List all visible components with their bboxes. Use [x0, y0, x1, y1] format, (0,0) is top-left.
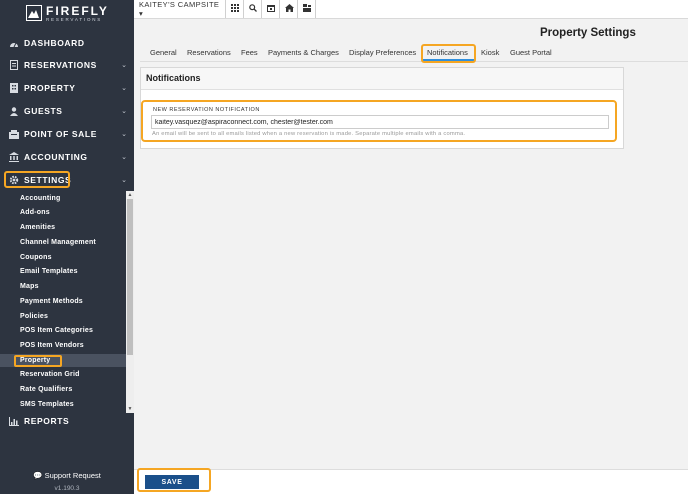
chevron-down-icon: ⌄	[121, 177, 127, 184]
users-button[interactable]	[299, 0, 316, 18]
nav-reports-label: REPORTS	[24, 416, 70, 426]
settings-highlight	[4, 171, 70, 188]
sub-item-sms-templates[interactable]: SMS Templates	[20, 401, 74, 408]
sub-item-amenities[interactable]: Amenities	[20, 224, 55, 231]
nav-reservations-label: RESERVATIONS	[24, 60, 97, 70]
guests-icon	[9, 106, 19, 116]
scroll-thumb[interactable]	[127, 199, 133, 355]
tab-fees[interactable]: Fees	[241, 48, 258, 57]
tab-display-preferences[interactable]: Display Preferences	[349, 48, 416, 57]
panel-header: Notifications	[141, 68, 623, 90]
nav-property-label: PROPERTY	[24, 83, 76, 93]
chevron-down-icon: ⌄	[121, 154, 127, 161]
new-reservation-notification-label: NEW RESERVATION NOTIFICATION	[153, 107, 260, 113]
submenu-scrollbar[interactable]: ▲ ▼	[126, 191, 134, 413]
nav-accounting-label: ACCOUNTING	[24, 152, 88, 162]
chevron-down-icon: ⌄	[121, 62, 127, 69]
campsite-selector[interactable]: KAITEY'S CAMPSITE ▾	[134, 0, 226, 18]
property-icon	[9, 83, 19, 93]
page-title: Property Settings	[540, 27, 636, 39]
sidebar: FIREFLY RESERVATIONS DASHBOARD RESERVATI…	[0, 0, 134, 494]
support-request-label: Support Request	[44, 471, 101, 480]
settings-tabs: General Reservations Fees Payments & Cha…	[140, 45, 688, 62]
nav-guests[interactable]: GUESTS ⌄	[0, 102, 134, 120]
firefly-logo[interactable]: FIREFLY RESERVATIONS	[26, 4, 109, 23]
calendar-button[interactable]	[263, 0, 280, 18]
panel-title: Notifications	[146, 73, 201, 83]
sub-item-maps[interactable]: Maps	[20, 283, 39, 290]
tab-payments-charges[interactable]: Payments & Charges	[268, 48, 339, 57]
property-highlight	[14, 355, 62, 367]
new-reservation-notification-input[interactable]	[151, 115, 609, 129]
sub-item-payment-methods[interactable]: Payment Methods	[20, 298, 83, 305]
field-help-text: An email will be sent to all emails list…	[152, 131, 466, 137]
home-icon	[284, 4, 294, 14]
users-icon	[303, 4, 311, 14]
tab-kiosk[interactable]: Kiosk	[481, 48, 499, 57]
notifications-tab-highlight	[421, 44, 476, 63]
brand-name: FIREFLY	[46, 4, 109, 18]
search-button[interactable]	[245, 0, 262, 18]
nav-reservations[interactable]: RESERVATIONS ⌄	[0, 56, 134, 74]
sub-item-pos-item-categories[interactable]: POS Item Categories	[20, 327, 93, 334]
nav-dashboard-label: DASHBOARD	[24, 38, 85, 48]
nav-pos-label: POINT OF SALE	[24, 129, 97, 139]
sub-item-policies[interactable]: Policies	[20, 313, 48, 320]
reservations-icon	[9, 60, 19, 70]
sub-item-reservation-grid[interactable]: Reservation Grid	[20, 371, 80, 378]
nav-guests-label: GUESTS	[24, 106, 63, 116]
home-button[interactable]	[281, 0, 298, 18]
sub-item-rate-qualifiers[interactable]: Rate Qualifiers	[20, 386, 72, 393]
chat-icon: 💬	[33, 471, 43, 480]
tab-general[interactable]: General	[150, 48, 177, 57]
chevron-down-icon: ⌄	[121, 85, 127, 92]
sub-item-accounting[interactable]: Accounting	[20, 195, 61, 202]
firefly-logo-icon	[26, 5, 42, 21]
sub-item-channel-management[interactable]: Channel Management	[20, 239, 96, 246]
tab-guest-portal[interactable]: Guest Portal	[510, 48, 552, 57]
search-icon	[249, 4, 257, 14]
calendar-icon	[267, 4, 275, 14]
scroll-up-icon[interactable]: ▲	[126, 191, 134, 199]
nav-dashboard[interactable]: DASHBOARD	[0, 34, 134, 52]
dashboard-icon	[9, 38, 19, 48]
nav-reports[interactable]: REPORTS	[0, 412, 134, 430]
grid-button[interactable]	[227, 0, 244, 18]
chevron-down-icon: ⌄	[121, 131, 127, 138]
point-of-sale-icon	[9, 129, 19, 139]
chevron-down-icon: ⌄	[121, 108, 127, 115]
bar-chart-icon	[9, 416, 19, 426]
footer-bar	[134, 469, 688, 494]
app-version: v1.190.3	[54, 485, 80, 492]
tab-reservations[interactable]: Reservations	[187, 48, 231, 57]
sub-item-email-templates[interactable]: Email Templates	[20, 268, 78, 275]
sub-item-add-ons[interactable]: Add-ons	[20, 209, 50, 216]
save-button[interactable]: SAVE	[145, 475, 199, 489]
top-bar: KAITEY'S CAMPSITE ▾	[134, 0, 688, 19]
brand-sub: RESERVATIONS	[46, 17, 103, 22]
settings-submenu: Accounting Add-ons Amenities Channel Man…	[0, 191, 126, 413]
accounting-icon	[9, 152, 19, 162]
sub-item-coupons[interactable]: Coupons	[20, 254, 52, 261]
nav-pos[interactable]: POINT OF SALE ⌄	[0, 125, 134, 143]
nav-accounting[interactable]: ACCOUNTING ⌄	[0, 148, 134, 166]
support-request-link[interactable]: 💬 Support Request	[0, 471, 134, 480]
sub-item-pos-item-vendors[interactable]: POS Item Vendors	[20, 342, 84, 349]
grid-icon	[231, 4, 239, 14]
nav-property[interactable]: PROPERTY ⌄	[0, 79, 134, 97]
